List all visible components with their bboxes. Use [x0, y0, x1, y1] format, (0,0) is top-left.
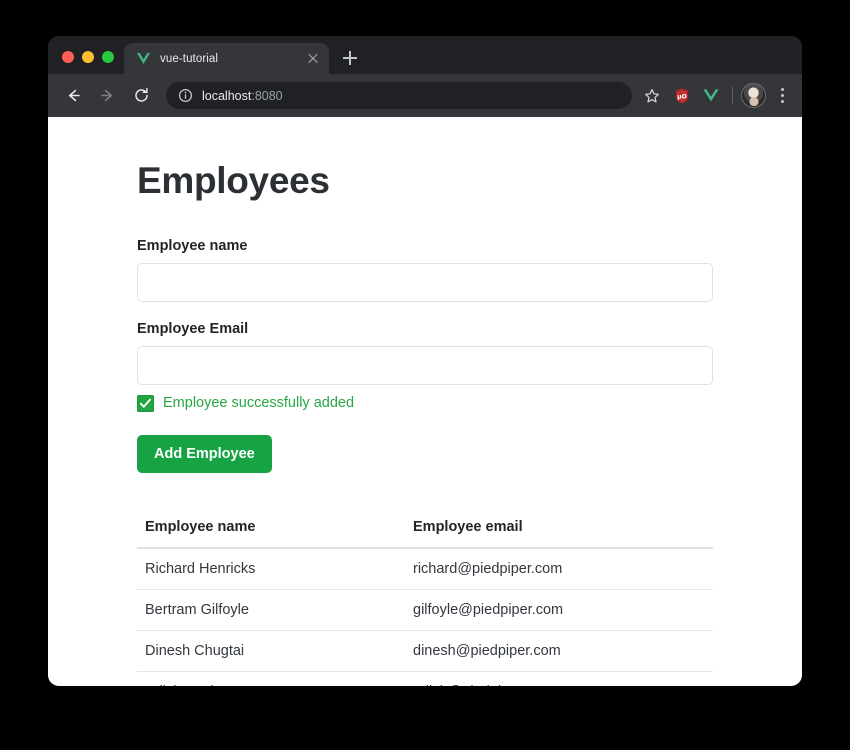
cell-employee-email: gilfoyle@piedpiper.com — [405, 589, 713, 631]
employees-table-head: Employee name Employee email — [137, 518, 713, 549]
screen-backdrop: vue-tutorial localhost:8080 µO Employees… — [0, 0, 850, 750]
employee-name-input[interactable] — [137, 262, 713, 302]
tab-vue-tutorial[interactable]: vue-tutorial — [124, 43, 329, 74]
table-row: Erlich Bachmann erlich@piedpiper.com — [137, 671, 713, 686]
check-icon — [137, 394, 154, 412]
close-icon[interactable] — [305, 51, 321, 67]
employee-email-label: Employee Email — [137, 320, 249, 337]
employee-name-field-group: Employee name — [137, 238, 713, 302]
toolbar-divider — [732, 87, 733, 104]
cell-employee-name: Erlich Bachmann — [137, 671, 405, 686]
back-button[interactable] — [60, 83, 86, 109]
chrome-menu-icon[interactable] — [772, 84, 792, 108]
tab-strip: vue-tutorial — [48, 36, 802, 74]
address-bar[interactable]: localhost:8080 — [166, 82, 632, 109]
table-header-row: Employee name Employee email — [137, 518, 713, 549]
ublock-origin-icon[interactable]: µO — [670, 84, 694, 108]
cell-employee-email: dinesh@piedpiper.com — [405, 630, 713, 672]
table-row: Dinesh Chugtai dinesh@piedpiper.com — [137, 630, 713, 672]
employees-table-body: Richard Henricks richard@piedpiper.com B… — [137, 547, 713, 686]
browser-toolbar: localhost:8080 µO — [48, 74, 802, 117]
cell-employee-name: Dinesh Chugtai — [137, 630, 405, 672]
vue-logo-icon — [135, 51, 151, 67]
tab-title: vue-tutorial — [160, 52, 219, 65]
vue-devtools-icon[interactable] — [699, 84, 723, 108]
employee-email-input[interactable] — [137, 345, 713, 385]
table-row: Richard Henricks richard@piedpiper.com — [137, 547, 713, 590]
employees-table: Employee name Employee email Richard Hen… — [137, 518, 713, 686]
window-controls — [48, 51, 124, 74]
success-message-text: Employee successfully added — [163, 395, 355, 412]
info-circle-icon[interactable] — [178, 88, 193, 103]
forward-button[interactable] — [94, 83, 120, 109]
cell-employee-email: richard@piedpiper.com — [405, 547, 713, 590]
column-header-email: Employee email — [405, 518, 713, 549]
cell-employee-name: Bertram Gilfoyle — [137, 589, 405, 631]
url-host: localhost — [202, 88, 252, 103]
url-text: localhost:8080 — [202, 89, 283, 103]
url-port: :8080 — [251, 88, 283, 103]
column-header-name: Employee name — [137, 518, 405, 549]
browser-window: vue-tutorial localhost:8080 µO Employees… — [48, 36, 802, 686]
page-title: Employees — [137, 160, 330, 201]
table-row: Bertram Gilfoyle gilfoyle@piedpiper.com — [137, 589, 713, 631]
bookmark-star-icon[interactable] — [640, 84, 664, 108]
employees-page: Employees Employee name Employee Email E… — [48, 117, 802, 686]
new-tab-button[interactable] — [336, 44, 364, 72]
maximize-window-button[interactable] — [102, 51, 114, 63]
cell-employee-email: erlich@piedpiper.com — [405, 671, 713, 686]
add-employee-button[interactable]: Add Employee — [137, 434, 272, 473]
employee-name-label: Employee name — [137, 237, 248, 254]
profile-avatar[interactable] — [741, 83, 766, 108]
close-window-button[interactable] — [62, 51, 74, 63]
minimize-window-button[interactable] — [82, 51, 94, 63]
svg-text:µO: µO — [677, 93, 687, 100]
employee-email-field-group: Employee Email — [137, 321, 713, 385]
page-container: Employees Employee name Employee Email E… — [137, 160, 713, 686]
reload-button[interactable] — [128, 83, 154, 109]
cell-employee-name: Richard Henricks — [137, 547, 405, 590]
success-message-row: Employee successfully added — [137, 394, 713, 412]
page-viewport: Employees Employee name Employee Email E… — [48, 117, 802, 686]
